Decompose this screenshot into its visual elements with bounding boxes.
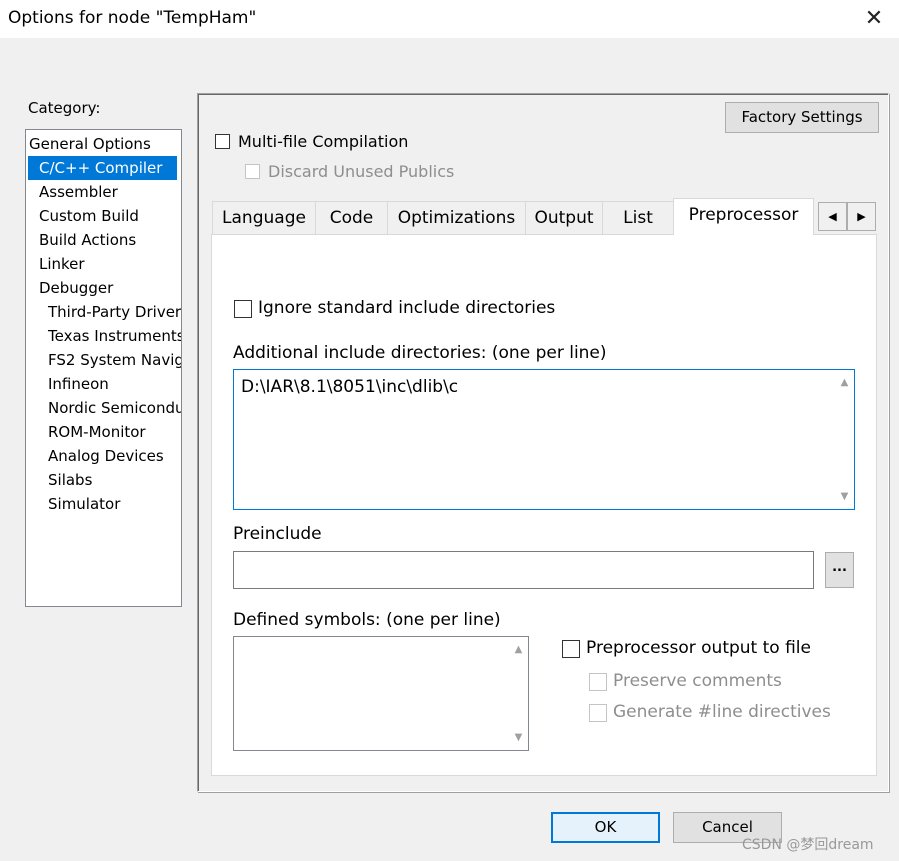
tab-scroll-left-icon[interactable]: ◀ [818,202,847,231]
category-item-third-party-driver[interactable]: Third-Party Driver [48,300,181,324]
preprocessor-output-checkbox[interactable] [562,640,580,658]
preinclude-input[interactable] [233,551,814,589]
additional-include-label: Additional include directories: (one per… [233,343,607,363]
tab-code[interactable]: Code [315,201,388,234]
additional-include-value: D:\IAR\8.1\8051\inc\dlib\c [241,377,459,397]
discard-unused-label: Discard Unused Publics [268,162,455,181]
preserve-comments-label: Preserve comments [613,671,782,691]
watermark: CSDN @梦回dream [742,837,874,853]
category-item-texas-instruments[interactable]: Texas Instruments [48,324,181,348]
close-icon[interactable]: ✕ [860,6,888,32]
category-item-custom-build[interactable]: Custom Build [39,204,139,228]
generate-line-checkbox [589,704,607,722]
category-label: Category: [28,99,101,117]
category-item-analog-devices[interactable]: Analog Devices [48,444,164,468]
category-item-nordic-semiconductor[interactable]: Nordic Semiconductor [48,396,181,420]
factory-settings-button[interactable]: Factory Settings [725,102,879,133]
category-item-fs2-system-navigator[interactable]: FS2 System Navigator [48,348,181,372]
tab-preprocessor[interactable]: Preprocessor [673,198,814,236]
category-item-assembler[interactable]: Assembler [39,180,118,204]
category-item-infineon[interactable]: Infineon [48,372,109,396]
tab-optimizations[interactable]: Optimizations [387,201,526,234]
scroll-up-icon[interactable]: ▲ [836,374,853,391]
category-item-c-compiler[interactable]: C/C++ Compiler [28,156,177,180]
additional-include-scrollbar[interactable]: ▲ ▼ [836,371,853,508]
ignore-std-include-label: Ignore standard include directories [258,298,556,318]
category-item-silabs[interactable]: Silabs [48,468,92,492]
preserve-comments-checkbox [589,673,607,691]
ok-button[interactable]: OK [551,812,660,843]
multi-file-checkbox[interactable] [215,134,230,149]
category-item-general-options[interactable]: General Options [29,132,151,156]
scroll-up-icon[interactable]: ▲ [510,641,527,658]
generate-line-label: Generate #line directives [613,702,831,722]
ignore-std-include-checkbox[interactable] [234,300,252,318]
preinclude-label: Preinclude [233,524,322,544]
defined-symbols-label: Defined symbols: (one per line) [233,610,501,630]
defined-symbols-textarea[interactable]: ▲ ▼ [233,636,529,751]
scroll-down-icon[interactable]: ▼ [510,729,527,746]
category-item-build-actions[interactable]: Build Actions [39,228,136,252]
category-list[interactable]: General Options C/C++ Compiler Assembler… [25,129,182,607]
scroll-down-icon[interactable]: ▼ [836,488,853,505]
category-item-debugger[interactable]: Debugger [39,276,113,300]
tab-list[interactable]: List [602,201,674,234]
window-title: Options for node "TempHam" [8,8,257,28]
multi-file-label: Multi-file Compilation [238,132,409,151]
tab-output[interactable]: Output [525,201,603,234]
additional-include-textarea[interactable]: D:\IAR\8.1\8051\inc\dlib\c ▲ ▼ [233,369,855,510]
tab-language[interactable]: Language [212,201,316,234]
category-item-rom-monitor[interactable]: ROM-Monitor [48,420,146,444]
discard-unused-checkbox [245,164,260,179]
browse-button[interactable]: ... [825,552,854,588]
category-item-linker[interactable]: Linker [39,252,85,276]
category-item-simulator[interactable]: Simulator [48,492,120,516]
tab-scroll-right-icon[interactable]: ▶ [847,202,876,231]
defined-symbols-scrollbar[interactable]: ▲ ▼ [510,638,527,749]
preprocessor-output-label: Preprocessor output to file [586,638,811,658]
